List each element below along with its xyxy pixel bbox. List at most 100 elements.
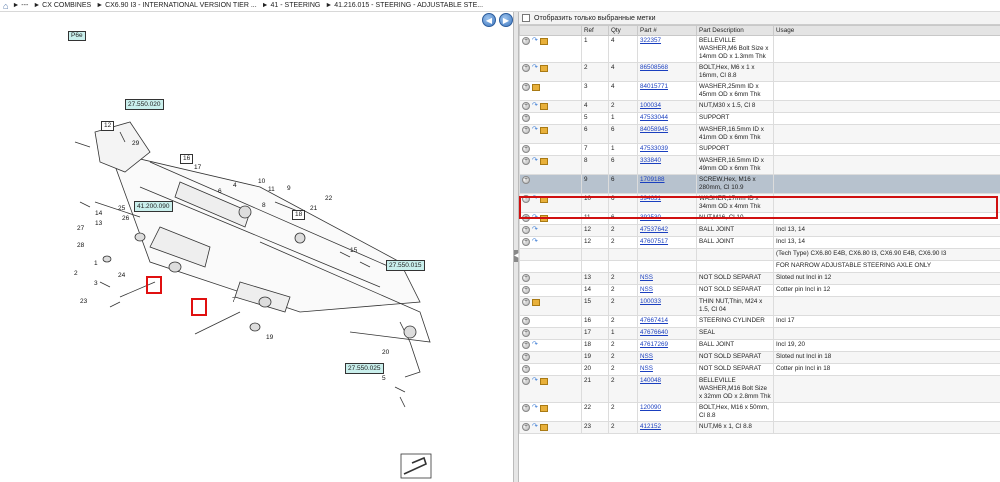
add-to-list-icon[interactable]: + bbox=[522, 423, 530, 431]
part-number-link[interactable]: 47617269 bbox=[640, 341, 668, 348]
part-number-link[interactable]: NSS bbox=[640, 274, 653, 281]
where-used-icon[interactable]: ↷ bbox=[532, 341, 538, 349]
callout[interactable]: 21 bbox=[310, 205, 317, 212]
package-icon[interactable] bbox=[539, 377, 548, 385]
package-icon[interactable] bbox=[539, 214, 548, 222]
table-row[interactable]: +3 4 84015771 WASHER,25mm ID x 45mm OD x 6m… bbox=[519, 81, 1000, 101]
callout[interactable]: 27 bbox=[77, 225, 84, 232]
callout[interactable]: 12 bbox=[101, 121, 115, 131]
where-used-icon[interactable]: ↷ bbox=[532, 214, 538, 222]
package-icon[interactable] bbox=[539, 64, 548, 72]
ref-tag[interactable]: 27.550.020 bbox=[125, 99, 164, 110]
diagram-pane[interactable]: P6e 27.550.020 41.200.090 27.550.015 27.… bbox=[0, 12, 513, 482]
part-number-link[interactable]: 392530 bbox=[640, 214, 661, 221]
table-row[interactable]: +9 6 1709188 SCREW,Hex, M16 x 280mm, Cl 10.… bbox=[519, 174, 1000, 194]
table-row[interactable]: +7 1 47533039 SUPPORT bbox=[519, 143, 1000, 156]
callout[interactable]: 11 bbox=[268, 186, 275, 193]
table-row[interactable]: + ↷ 18 2 47617269 BALL JOINT Incl 19, 20 bbox=[519, 339, 1000, 352]
table-row[interactable]: +13 2 NSS NOT SOLD SEPARAT Sloted nut Incl i… bbox=[519, 272, 1000, 285]
add-to-list-icon[interactable]: + bbox=[522, 126, 530, 134]
column-header-qty[interactable]: Qty bbox=[608, 25, 638, 36]
table-row[interactable]: + ↷ 12 2 47537642 BALL JOINT Incl 13, 14 bbox=[519, 224, 1000, 237]
where-used-icon[interactable]: ↷ bbox=[532, 102, 538, 110]
table-row[interactable]: +14 2 NSS NOT SOLD SEPARAT Cotter pin Incl i… bbox=[519, 284, 1000, 297]
table-row[interactable]: +15 2 100033 THIN NUT,Thin, M24 x 1.5, Cl 0… bbox=[519, 296, 1000, 316]
table-row[interactable]: +20 2 NSS NOT SOLD SEPARAT Cotter pin Incl i… bbox=[519, 363, 1000, 376]
collapse-arrow-icon[interactable]: ◀ bbox=[514, 250, 519, 262]
table-row[interactable]: + ↷ 11 6 392530 NUT,M16, Cl 10 bbox=[519, 212, 1000, 225]
part-number-link[interactable]: 47537642 bbox=[640, 226, 668, 233]
column-header-usage[interactable]: Usage bbox=[773, 25, 1000, 36]
add-to-list-icon[interactable]: + bbox=[522, 83, 530, 91]
package-icon[interactable] bbox=[532, 83, 540, 91]
add-to-list-icon[interactable]: + bbox=[522, 377, 530, 385]
filter-checkbox[interactable] bbox=[522, 14, 530, 22]
part-number-link[interactable]: 84058945 bbox=[640, 126, 668, 133]
part-number-link[interactable]: 47533039 bbox=[640, 145, 668, 152]
add-to-list-icon[interactable]: + bbox=[522, 286, 530, 294]
package-icon[interactable] bbox=[532, 298, 540, 306]
callout[interactable]: 1 bbox=[94, 260, 98, 267]
callout[interactable]: 18 bbox=[292, 210, 306, 220]
callout[interactable]: 19 bbox=[266, 334, 273, 341]
callout[interactable]: 4 bbox=[233, 182, 237, 189]
part-number-link[interactable]: NSS bbox=[640, 286, 653, 293]
part-number-link[interactable]: 47667414 bbox=[640, 317, 668, 324]
package-icon[interactable] bbox=[539, 195, 548, 203]
where-used-icon[interactable]: ↷ bbox=[532, 404, 538, 412]
callout[interactable]: 13 bbox=[95, 220, 102, 227]
highlight-marker[interactable] bbox=[146, 276, 162, 294]
breadcrumb-item[interactable]: ► --- bbox=[12, 2, 28, 9]
add-to-list-icon[interactable]: + bbox=[522, 214, 530, 222]
column-header-part[interactable]: Part # bbox=[637, 25, 697, 36]
table-row[interactable]: + ↷ 2 4 86508568 BOLT,Hex, M6 x 1 x 16mm, Cl … bbox=[519, 62, 1000, 82]
where-used-icon[interactable]: ↷ bbox=[532, 423, 538, 431]
table-row[interactable]: +17 1 47676640 SEAL bbox=[519, 327, 1000, 340]
callout[interactable]: 22 bbox=[325, 195, 332, 202]
add-to-list-icon[interactable]: + bbox=[522, 353, 530, 361]
table-row[interactable]: FOR NARROW ADJUSTABLE STEERING AXLE ONLY bbox=[519, 260, 1000, 273]
highlight-marker[interactable] bbox=[191, 298, 207, 316]
breadcrumb-item[interactable]: ► CX COMBINES bbox=[33, 2, 91, 9]
add-to-list-icon[interactable]: + bbox=[522, 238, 530, 246]
package-icon[interactable] bbox=[539, 126, 548, 134]
callout[interactable]: 10 bbox=[258, 178, 265, 185]
add-to-list-icon[interactable]: + bbox=[522, 365, 530, 373]
part-number-link[interactable]: 120090 bbox=[640, 404, 661, 411]
column-header-description[interactable]: Part Description bbox=[696, 25, 774, 36]
callout[interactable]: 3 bbox=[94, 280, 98, 287]
where-used-icon[interactable]: ↷ bbox=[532, 37, 538, 45]
where-used-icon[interactable]: ↷ bbox=[532, 377, 538, 385]
part-number-link[interactable]: 333840 bbox=[640, 157, 661, 164]
add-to-list-icon[interactable]: + bbox=[522, 329, 530, 337]
add-to-list-icon[interactable]: + bbox=[522, 317, 530, 325]
callout[interactable]: 25 bbox=[118, 205, 125, 212]
table-row[interactable]: +19 2 NSS NOT SOLD SEPARAT Sloted nut Incl i… bbox=[519, 351, 1000, 364]
part-number-link[interactable]: NSS bbox=[640, 353, 653, 360]
table-row[interactable]: +16 2 47667414 STEERING CYLINDER Incl 17 bbox=[519, 315, 1000, 328]
callout[interactable]: 5 bbox=[382, 375, 386, 382]
add-to-list-icon[interactable]: + bbox=[522, 37, 530, 45]
table-row[interactable]: (Tech Type) CX6.80 E4B, CX6.80 I3, CX6.9… bbox=[519, 248, 1000, 261]
callout[interactable]: 23 bbox=[80, 298, 87, 305]
table-row[interactable]: + ↷ 22 2 120090 BOLT,Hex, M16 x 50mm, Cl 8.8 bbox=[519, 402, 1000, 422]
callout[interactable]: 16 bbox=[180, 154, 194, 164]
add-to-list-icon[interactable]: + bbox=[522, 102, 530, 110]
add-to-list-icon[interactable]: + bbox=[522, 226, 530, 234]
callout[interactable]: 7 bbox=[232, 297, 236, 304]
where-used-icon[interactable]: ↷ bbox=[532, 64, 538, 72]
add-to-list-icon[interactable]: + bbox=[522, 157, 530, 165]
part-number-link[interactable]: 394631 bbox=[640, 195, 661, 202]
package-icon[interactable] bbox=[539, 157, 548, 165]
add-to-list-icon[interactable]: + bbox=[522, 274, 530, 282]
part-number-link[interactable]: 140048 bbox=[640, 377, 661, 384]
ref-tag[interactable]: 27.550.015 bbox=[386, 260, 425, 271]
part-number-link[interactable]: 1709188 bbox=[640, 176, 665, 183]
callout[interactable]: 6 bbox=[218, 188, 222, 195]
add-to-list-icon[interactable]: + bbox=[522, 64, 530, 72]
breadcrumb-item[interactable]: ► CX6.90 I3 - INTERNATIONAL VERSION TIER… bbox=[96, 2, 256, 9]
callout[interactable]: 14 bbox=[95, 210, 102, 217]
part-number-link[interactable]: 47607517 bbox=[640, 238, 668, 245]
package-icon[interactable] bbox=[539, 404, 548, 412]
package-icon[interactable] bbox=[539, 37, 548, 45]
